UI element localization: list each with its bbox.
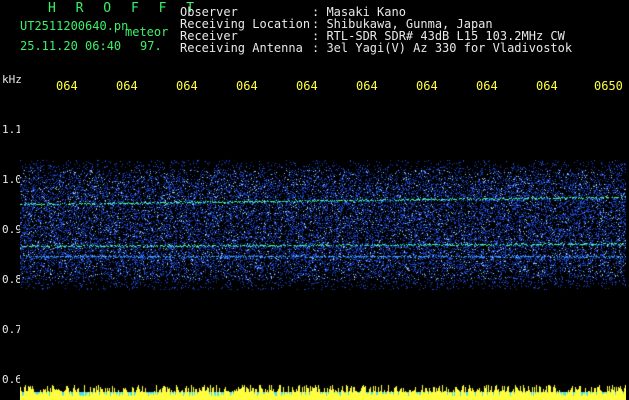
- time-tick-label: 064: [116, 79, 138, 93]
- mode-label: meteor: [125, 25, 169, 39]
- count-label: 97.: [140, 39, 162, 53]
- y-tick-label: 1.0: [2, 173, 22, 186]
- y-tick-label: 1.1: [2, 123, 22, 136]
- time-tick-label: 064: [56, 79, 78, 93]
- datetime-label: 25.11.20 06:40: [20, 39, 122, 53]
- y-tick-label: 0.9: [2, 223, 22, 236]
- time-tick-label: 064: [536, 79, 558, 93]
- time-tick-label: 064: [236, 79, 258, 93]
- time-tick-label: 064: [176, 79, 198, 93]
- time-tick-label: 064: [296, 79, 318, 93]
- info-label-antenna: Receiving Antenna: [180, 41, 303, 55]
- y-tick-label: 0.6: [2, 373, 22, 386]
- time-tick-label: 064: [356, 79, 378, 93]
- y-axis-unit: kHz: [2, 73, 22, 86]
- y-tick-label: 0.7: [2, 323, 22, 336]
- time-tick-label: 064: [416, 79, 438, 93]
- time-tick-label: 064: [476, 79, 498, 93]
- time-tick-label: 0650: [594, 79, 623, 93]
- spectrogram-canvas: [20, 100, 626, 382]
- y-tick-label: 0.8: [2, 273, 22, 286]
- info-value-antenna: : 3el Yagi(V) Az 330 for Vladivostok: [312, 41, 573, 55]
- app-title: H R O F F T: [48, 1, 201, 16]
- signal-strength-strip: [20, 382, 626, 400]
- filename-label: UT2511200640.pn: [20, 19, 129, 33]
